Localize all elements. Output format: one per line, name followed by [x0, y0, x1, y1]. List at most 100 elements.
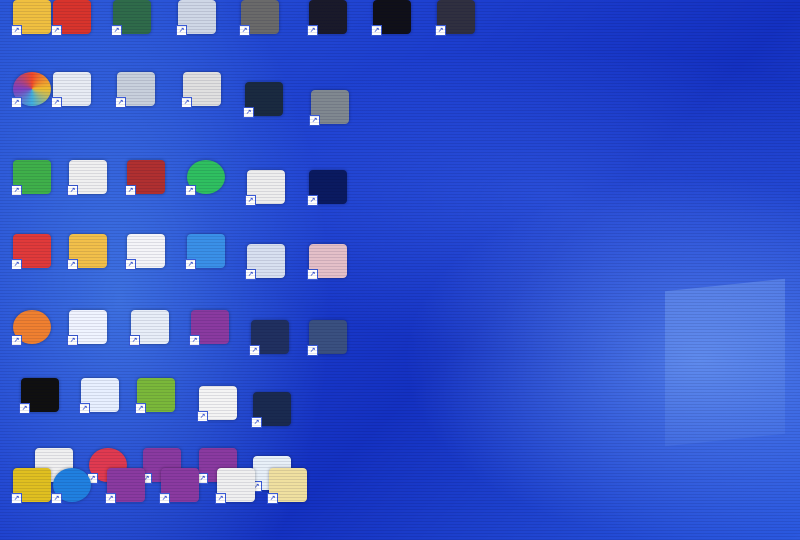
desktop-icon[interactable]: ↗ — [232, 82, 296, 154]
shortcut-arrow-icon: ↗ — [125, 259, 136, 270]
tools-icon: ↗ — [185, 234, 225, 270]
winrar-icon-1: ↗ — [189, 310, 229, 346]
desktop-icon[interactable]: ↗ — [165, 0, 229, 72]
shortcut-arrow-icon: ↗ — [105, 493, 116, 504]
shortcut-arrow-icon: ↗ — [215, 493, 226, 504]
desktop-icon[interactable]: ↗ — [0, 234, 64, 306]
desktop-icon[interactable]: ↗ — [114, 234, 178, 306]
desktop-icon[interactable]: ↗ — [56, 310, 120, 382]
shortcut-arrow-icon: ↗ — [19, 403, 30, 414]
green-app-icon: ↗ — [111, 0, 151, 36]
shortcut-arrow-icon: ↗ — [11, 493, 22, 504]
desktop-icon[interactable]: ↗ — [296, 244, 360, 316]
shortcut-arrow-icon: ↗ — [11, 185, 22, 196]
desktop-icon[interactable]: ↗ — [424, 0, 488, 72]
sogou-icon: ↗ — [67, 310, 107, 346]
globe-icon: ↗ — [51, 468, 91, 504]
shortcut-arrow-icon: ↗ — [67, 259, 78, 270]
shortcut-arrow-icon: ↗ — [251, 417, 262, 428]
desktop-icon[interactable]: ↗ — [234, 244, 298, 316]
desktop-icon[interactable]: ↗ — [8, 378, 72, 450]
shortcut-arrow-icon: ↗ — [185, 259, 196, 270]
desktop-icon[interactable]: ↗ — [40, 72, 104, 144]
shortcut-arrow-icon: ↗ — [51, 25, 62, 36]
desktop-icon[interactable]: ↗ — [234, 170, 298, 242]
shortcut-arrow-icon: ↗ — [11, 97, 22, 108]
shortcut-arrow-icon: ↗ — [307, 195, 318, 206]
desktop-icon[interactable]: ↗ — [40, 0, 104, 72]
winrar-icon-4: ↗ — [105, 468, 145, 504]
desktop-icon[interactable]: ↗ — [178, 310, 242, 382]
desktop-icon[interactable]: ↗ — [360, 0, 424, 72]
photo-icon-1: ↗ — [239, 0, 279, 36]
desktop-icon[interactable]: ↗ — [256, 468, 320, 540]
shortcut-arrow-icon: ↗ — [435, 25, 446, 36]
doc-icon-9: ↗ — [307, 244, 347, 280]
doc-icon-7: ↗ — [245, 170, 285, 206]
desktop-icon[interactable]: ↗ — [56, 160, 120, 232]
shortcut-arrow-icon: ↗ — [11, 25, 22, 36]
photo-icon-4: ↗ — [435, 0, 475, 36]
shortcut-arrow-icon: ↗ — [111, 25, 122, 36]
winrar-icon-5: ↗ — [159, 468, 199, 504]
shortcut-arrow-icon: ↗ — [371, 25, 382, 36]
shortcut-arrow-icon: ↗ — [307, 25, 318, 36]
shortcut-arrow-icon: ↗ — [176, 25, 187, 36]
shortcut-arrow-icon: ↗ — [307, 345, 318, 356]
shortcut-arrow-icon: ↗ — [51, 493, 62, 504]
folder-icon: ↗ — [67, 234, 107, 270]
desktop-icon[interactable]: ↗ — [298, 90, 362, 162]
desktop-icon[interactable]: ↗ — [100, 0, 164, 72]
desktop-icon[interactable]: ↗ — [104, 72, 168, 144]
desktop-icon[interactable]: ↗ — [296, 320, 360, 392]
doc-icon-15: ↗ — [215, 468, 255, 504]
doc-icon-16: ↗ — [267, 468, 307, 504]
doc-icon-12: ↗ — [197, 386, 237, 422]
shortcut-arrow-icon: ↗ — [79, 403, 90, 414]
desktop-icon[interactable]: ↗ — [114, 160, 178, 232]
doc-icon-4: ↗ — [181, 72, 221, 108]
desktop-icon[interactable]: ↗ — [0, 310, 64, 382]
monkey-icon: ↗ — [11, 310, 51, 346]
desktop-icon[interactable]: ↗ — [124, 378, 188, 450]
desktop-icon[interactable]: ↗ — [174, 160, 238, 232]
desktop-icon[interactable]: ↗ — [0, 160, 64, 232]
android-icon: ↗ — [135, 378, 175, 414]
doc-icon-10: ↗ — [249, 320, 289, 356]
doc-icon-5: ↗ — [309, 90, 349, 126]
qq-icon: ↗ — [19, 378, 59, 414]
wechat-icon: ↗ — [185, 160, 225, 196]
shortcut-arrow-icon: ↗ — [243, 107, 254, 118]
desktop-icon[interactable]: ↗ — [238, 320, 302, 392]
desktop-icon[interactable]: ↗ — [170, 72, 234, 144]
desktop[interactable]: ↗ ↗ ↗ ↗ ↗ ↗ ↗ ↗ ↗ ↗ ↗ ↗ ↗ ↗ ↗ ↗ ↗ ↗ ↗ ↗ ↗ ↗ ↗ ↗ ↗ ↗ ↗ ↗ ↗ ↗ ↗ ↗ ↗ ↗ ↗ ↗ ↗ ↗ ↗ ↗… — [0, 0, 800, 540]
shortcut-arrow-icon: ↗ — [51, 97, 62, 108]
desktop-icon[interactable]: ↗ — [118, 310, 182, 382]
shortcut-arrow-icon: ↗ — [245, 269, 256, 280]
shortcut-arrow-icon: ↗ — [245, 195, 256, 206]
shortcut-arrow-icon: ↗ — [135, 403, 146, 414]
browser-icon: ↗ — [79, 378, 119, 414]
shortcut-arrow-icon: ↗ — [239, 25, 250, 36]
desktop-icon[interactable]: ↗ — [228, 0, 292, 72]
desktop-icon[interactable]: ↗ — [296, 170, 360, 242]
wps-icon: ↗ — [51, 0, 91, 36]
shortcut-arrow-icon: ↗ — [67, 185, 78, 196]
shortcut-arrow-icon: ↗ — [11, 335, 22, 346]
shortcut-arrow-icon: ↗ — [159, 493, 170, 504]
desktop-icon[interactable]: ↗ — [68, 378, 132, 450]
shortcut-arrow-icon: ↗ — [115, 97, 126, 108]
red-app-icon: ↗ — [11, 234, 51, 270]
shortcut-arrow-icon: ↗ — [11, 259, 22, 270]
desktop-icon[interactable]: ↗ — [296, 0, 360, 72]
desktop-icon[interactable]: ↗ — [148, 468, 212, 540]
doc-icon-13: ↗ — [251, 392, 291, 428]
shortcut-arrow-icon: ↗ — [67, 335, 78, 346]
desktop-icon[interactable]: ↗ — [56, 234, 120, 306]
shortcut-arrow-icon: ↗ — [181, 97, 192, 108]
desktop-icon[interactable]: ↗ — [174, 234, 238, 306]
doc-icon-8: ↗ — [245, 244, 285, 280]
shortcut-arrow-icon: ↗ — [267, 493, 278, 504]
shortcut-arrow-icon: ↗ — [189, 335, 200, 346]
shortcut-arrow-icon: ↗ — [197, 411, 208, 422]
